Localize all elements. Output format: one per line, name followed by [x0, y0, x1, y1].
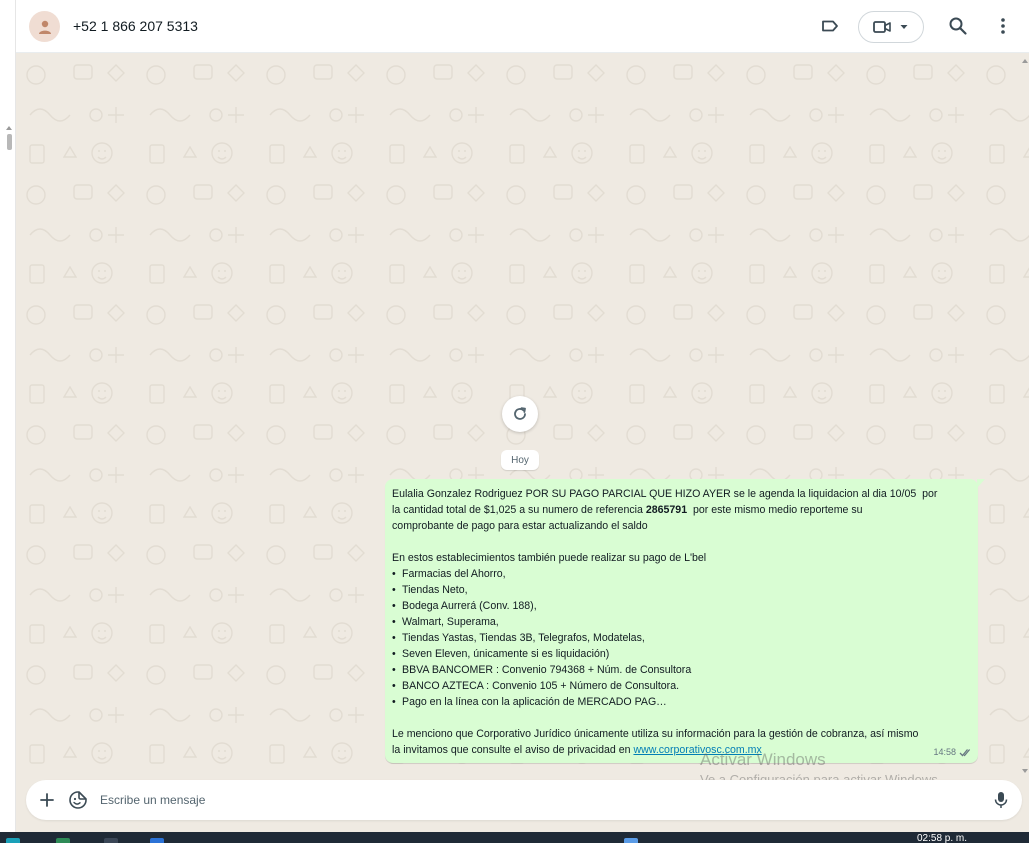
- list-intro: En estos establecimientos también puede …: [392, 552, 707, 564]
- attach-button[interactable]: [35, 788, 59, 812]
- microphone-icon: [994, 792, 1008, 808]
- video-call-button[interactable]: [858, 11, 924, 43]
- message-meta: 14:58: [933, 744, 972, 760]
- reference-number: 2865791: [645, 504, 688, 516]
- list-item-text: Pago en la línea con la aplicación de ME…: [402, 696, 667, 708]
- chat-scrollbar[interactable]: [1022, 53, 1029, 780]
- chat-area[interactable]: Hoy Eulalia Gonzalez Rodriguez POR SU PA…: [16, 53, 1029, 780]
- contact-name[interactable]: +52 1 866 207 5313: [73, 18, 198, 34]
- start-icon[interactable]: [6, 838, 20, 843]
- list-item: • Tiendas Yastas, Tiendas 3B, Telegrafos,…: [392, 630, 968, 646]
- page-scrollbar[interactable]: [0, 0, 16, 832]
- list-item: • Bodega Aurrerá (Conv. 188),: [392, 598, 968, 614]
- list-item: • Seven Eleven, únicamente si es liquidac…: [392, 646, 968, 662]
- list-item-text: Walmart, Superama,: [402, 616, 499, 628]
- composer-bar: [16, 780, 1029, 832]
- list-item-text: Tiendas Yastas, Tiendas 3B, Telegrafos, …: [402, 632, 645, 644]
- taskbar-clock[interactable]: 02:58 p. m.: [917, 834, 967, 843]
- app-icon[interactable]: [56, 838, 70, 843]
- list-item: • Farmacias del Ahorro,: [392, 566, 968, 582]
- list-item-text: BANCO AZTECA : Convenio 105 + Número de …: [402, 680, 680, 692]
- message-text: la cantidad total de $1,025 a su numero …: [392, 502, 968, 518]
- list-item: • Walmart, Superama,: [392, 614, 968, 630]
- message-composer: [26, 780, 1022, 820]
- message-input[interactable]: [100, 786, 960, 814]
- chevron-down-icon: [900, 25, 908, 29]
- bullet-icon: •: [392, 648, 396, 660]
- bullet-icon: •: [392, 616, 396, 628]
- sticker-icon: [69, 791, 87, 809]
- list-item-text: Tiendas Neto,: [402, 584, 468, 596]
- video-call-icon: [873, 21, 891, 33]
- list-item-text: Bodega Aurrerá (Conv. 188),: [402, 600, 537, 612]
- refresh-icon: [514, 407, 526, 420]
- chat-scroll-down-arrow[interactable]: [1022, 769, 1028, 773]
- bullet-icon: •: [392, 600, 396, 612]
- search-button[interactable]: [946, 14, 970, 38]
- bullet-icon: •: [392, 696, 396, 708]
- date-divider: Hoy: [501, 450, 539, 470]
- list-item-text: BBVA BANCOMER : Convenio 794368 + Núm. d…: [402, 664, 692, 676]
- bullet-icon: •: [392, 664, 396, 676]
- message-text: la invitamos que consulte el aviso de pr…: [392, 742, 968, 758]
- list-item-text: Seven Eleven, únicamente si es liquidaci…: [402, 648, 610, 660]
- voice-message-button[interactable]: [989, 788, 1013, 812]
- avatar-person-icon: [38, 20, 51, 34]
- sticker-button[interactable]: [66, 788, 90, 812]
- bullet-icon: •: [392, 584, 396, 596]
- os-taskbar: 02:58 p. m.: [0, 832, 1029, 843]
- message-line: la cantidad total de $1,025 a su numero …: [392, 504, 646, 516]
- app-icon[interactable]: [624, 838, 638, 843]
- scroll-thumb[interactable]: [7, 134, 12, 150]
- privacy-link[interactable]: www.corporativosc.com.mx: [633, 744, 761, 756]
- message-line: por este mismo medio reporteme su: [687, 504, 863, 516]
- app-icon[interactable]: [150, 838, 164, 843]
- label-icon: [822, 20, 838, 32]
- chat-header: +52 1 866 207 5313: [16, 0, 1029, 53]
- message-text: Le menciono que Corporativo Jurídico úni…: [392, 728, 919, 740]
- list-item: • BANCO AZTECA : Convenio 105 + Número de…: [392, 678, 968, 694]
- list-item: • Pago en la línea con la aplicación de M…: [392, 694, 968, 710]
- plus-icon: [40, 793, 54, 807]
- message-text: comprobante de pago para estar actualiza…: [392, 520, 648, 532]
- list-item: • BBVA BANCOMER : Convenio 794368 + Núm. …: [392, 662, 968, 678]
- avatar[interactable]: [29, 11, 60, 42]
- chat-scroll-up-arrow[interactable]: [1022, 59, 1028, 63]
- scroll-up-arrow[interactable]: [6, 126, 12, 130]
- message-line: la invitamos que consulte el aviso de pr…: [392, 744, 634, 756]
- bullet-icon: •: [392, 632, 396, 644]
- list-item-text: Farmacias del Ahorro,: [402, 568, 506, 580]
- app-icon[interactable]: [104, 838, 118, 843]
- label-button[interactable]: [818, 14, 842, 38]
- message-text: Eulalia Gonzalez Rodriguez POR SU PAGO P…: [392, 486, 968, 502]
- message-time: 14:58: [933, 747, 956, 757]
- double-check-icon: [959, 748, 971, 756]
- outgoing-message[interactable]: Eulalia Gonzalez Rodriguez POR SU PAGO P…: [385, 479, 985, 763]
- bullet-icon: •: [392, 568, 396, 580]
- bullet-icon: •: [392, 680, 396, 692]
- more-vertical-icon: [1001, 18, 1005, 34]
- message-line: Eulalia Gonzalez Rodriguez POR SU PAGO P…: [392, 488, 938, 500]
- payment-locations-list: • Farmacias del Ahorro, • Tiendas Neto, • B…: [392, 566, 968, 710]
- search-icon: [949, 17, 967, 35]
- load-older-messages-button[interactable]: [502, 396, 538, 432]
- list-item: • Tiendas Neto,: [392, 582, 968, 598]
- menu-button[interactable]: [991, 14, 1015, 38]
